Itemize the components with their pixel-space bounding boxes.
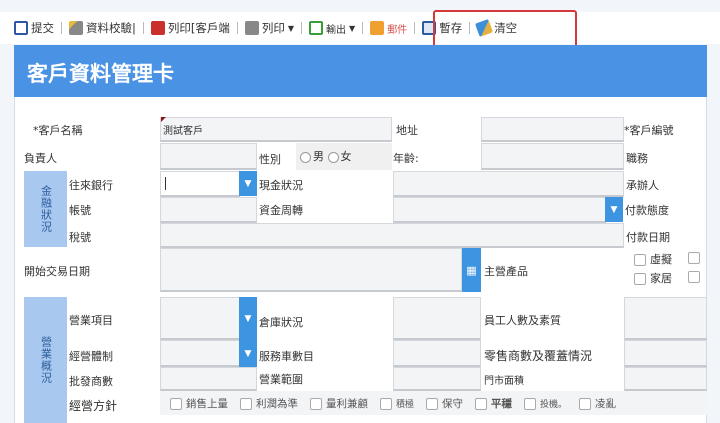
chevron-down-icon: ▼ [287, 23, 295, 33]
policy-option-checkbox[interactable]: 利潤為準 [240, 396, 298, 411]
mail-button[interactable]: 郵件 [370, 21, 407, 36]
page-title: 客戶資料管理卡 [27, 62, 174, 86]
staff-label: 員工人數及素質 [484, 314, 561, 327]
wholesale-input[interactable] [160, 367, 257, 391]
toolbar: 提交 資料校驗| 列印[客戶端 列印 ▼ 輸出 ▼ 郵件 暫存 清空 [0, 12, 720, 44]
magic-wand-icon [69, 21, 83, 35]
business-system-select[interactable] [160, 340, 240, 367]
main-product-label: 主營產品 [484, 265, 528, 278]
verify-button[interactable]: 資料校驗| [69, 20, 136, 36]
product-home-checkbox[interactable]: 家居 [634, 270, 672, 286]
chevron-down-icon: ▼ [244, 178, 252, 189]
owner-label: 負責人 [24, 152, 57, 165]
address-label: 地址 [396, 124, 418, 137]
policy-option-checkbox[interactable]: 凌亂 [579, 396, 616, 411]
business-items-select[interactable] [160, 297, 240, 340]
bank-dropdown-button[interactable]: ▼ [239, 171, 257, 196]
print-button[interactable]: 列印 ▼ [244, 20, 295, 36]
product-checkbox[interactable] [688, 251, 704, 264]
pdf-icon [150, 21, 165, 35]
service-cars-label: 服務車數目 [259, 350, 314, 363]
store-area-label: 門市面積 [484, 376, 524, 387]
policy-option-checkbox[interactable]: 量利兼顧 [310, 396, 368, 411]
business-items-label: 營業項目 [69, 314, 113, 327]
mail-icon [370, 21, 385, 35]
calendar-icon: ▦ [466, 263, 477, 277]
policy-option-checkbox[interactable]: 積極 [380, 397, 414, 410]
export-button[interactable]: 輸出 ▼ [309, 21, 355, 36]
business-system-label: 經營體制 [69, 350, 113, 363]
save-disk-icon [14, 21, 28, 35]
chevron-down-icon: ▼ [244, 348, 252, 359]
staff-input[interactable] [624, 297, 707, 340]
account-label: 帳號 [69, 204, 91, 217]
wholesale-label: 批發商數 [69, 375, 113, 388]
chevron-down-icon: ▼ [610, 204, 618, 215]
product-checkbox[interactable] [688, 270, 704, 283]
policy-option-checkbox[interactable]: 投機。 [524, 397, 567, 410]
policy-label: 經營方針 [69, 399, 118, 413]
payment-attitude-dropdown-button[interactable]: ▼ [605, 197, 623, 222]
chevron-down-icon: ▼ [349, 23, 356, 33]
age-input[interactable] [481, 143, 624, 170]
export-icon [309, 21, 324, 35]
policy-option-checkbox[interactable]: 保守 [426, 396, 463, 411]
tax-label: 稅號 [69, 231, 91, 244]
finance-section-label: 金融狀況 [24, 171, 67, 247]
highlight-box [433, 10, 577, 50]
business-section-label: 營業概況 [24, 297, 67, 423]
gender-male-radio[interactable]: 男 [300, 150, 324, 163]
business-scope-label: 營業範圍 [259, 373, 303, 386]
store-area-input[interactable] [624, 367, 707, 391]
policy-option-checkbox[interactable]: 平穩 [475, 396, 512, 411]
customer-no-label: *客戶編號 [624, 124, 674, 137]
turnover-label: 資金周轉 [259, 204, 303, 217]
customer-name-label: *客戶名稱 [33, 124, 83, 137]
address-input[interactable] [481, 117, 624, 142]
calendar-button[interactable]: ▦ [462, 248, 481, 292]
cash-input[interactable] [393, 171, 624, 197]
printer-icon [244, 21, 259, 35]
business-scope-input[interactable] [393, 367, 481, 391]
gender-radio-group: 男 女 [296, 143, 392, 170]
handler-label: 承辦人 [626, 179, 659, 192]
policy-option-checkbox[interactable]: 銷售上量 [170, 396, 228, 411]
gender-label: 性別 [259, 153, 281, 166]
payment-attitude-label: 付款態度 [625, 204, 669, 217]
retail-label: 零售商數及覆蓋情況 [484, 349, 593, 363]
required-marker [161, 117, 166, 122]
account-input[interactable] [160, 197, 257, 223]
gender-female-radio[interactable]: 女 [327, 150, 352, 163]
start-date-input[interactable] [160, 248, 462, 292]
customer-name-input[interactable]: 測試客戶 [160, 117, 392, 142]
warehouse-input[interactable] [393, 297, 481, 340]
chevron-down-icon: ▼ [244, 313, 252, 324]
age-label: 年齡: [393, 152, 419, 165]
tax-input[interactable] [160, 223, 624, 248]
bank-label: 往來銀行 [69, 179, 113, 192]
print-client-button[interactable]: 列印[客戶端 [150, 20, 230, 36]
payment-date-label: 付款日期 [626, 231, 670, 244]
payment-attitude-select[interactable] [393, 197, 606, 223]
service-cars-input[interactable] [393, 340, 481, 367]
submit-button[interactable]: 提交 [14, 20, 54, 36]
position-label: 職務 [626, 152, 648, 165]
product-virtual-checkbox[interactable]: 虛擬 [634, 251, 672, 267]
bank-select[interactable] [160, 171, 240, 197]
owner-input[interactable] [160, 143, 257, 170]
business-items-dropdown-button[interactable]: ▼ [239, 297, 257, 340]
retail-input[interactable] [624, 340, 707, 367]
start-date-label: 開始交易日期 [24, 265, 90, 278]
business-system-dropdown-button[interactable]: ▼ [239, 340, 257, 367]
policy-checkbox-group: 銷售上量 利潤為準 量利兼顧 積極 保守 平穩 投機。 凌亂 [160, 391, 707, 415]
cash-label: 現金狀況 [259, 179, 303, 192]
warehouse-label: 倉庫狀況 [259, 316, 303, 329]
